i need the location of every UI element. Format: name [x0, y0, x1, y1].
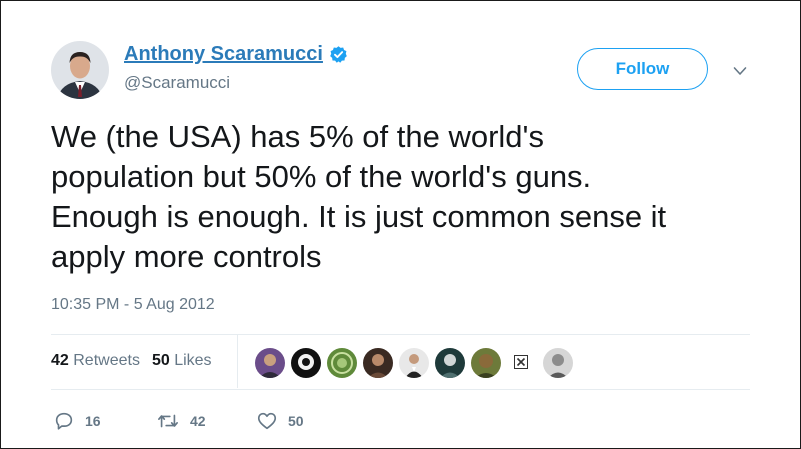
stats-separator [237, 335, 238, 388]
heart-icon [257, 412, 277, 430]
retweets-stat-label: Retweets [73, 352, 140, 369]
author-display-name[interactable]: Anthony Scaramucci [124, 43, 323, 66]
author-avatar-image [51, 41, 109, 99]
retweet-action[interactable]: 42 [156, 410, 206, 432]
retweets-stat-count: 42 [51, 352, 69, 369]
author-handle[interactable]: @Scaramucci [124, 73, 230, 93]
stats-divider-top [51, 334, 750, 335]
tweet-card: Anthony Scaramucci @Scaramucci Follow We… [0, 0, 801, 449]
like-count: 50 [288, 413, 304, 429]
chevron-down-icon[interactable] [732, 63, 748, 79]
likes-stat-label: Likes [174, 352, 212, 369]
likes-stat-count: 50 [151, 352, 170, 369]
retweet-icon [158, 414, 178, 428]
tweet-stats: 42 Retweets 50 Likes [51, 352, 212, 370]
broken-image-icon[interactable] [514, 355, 528, 369]
author-name-row: Anthony Scaramucci [124, 43, 348, 66]
retweet-count: 42 [190, 413, 206, 429]
author-avatar[interactable] [51, 41, 109, 99]
liker-avatar[interactable] [399, 348, 429, 378]
liker-avatar[interactable] [543, 348, 573, 378]
liker-avatar[interactable] [291, 348, 321, 378]
liker-avatar[interactable] [471, 348, 501, 378]
follow-button[interactable]: Follow [577, 48, 708, 90]
liker-avatar[interactable] [327, 348, 357, 378]
tweet-timestamp[interactable]: 10:35 PM - 5 Aug 2012 [51, 296, 215, 314]
reply-icon [55, 412, 73, 430]
liker-avatar[interactable] [363, 348, 393, 378]
retweets-stat[interactable]: 42 Retweets [51, 352, 140, 370]
likes-stat[interactable]: 50 Likes [152, 352, 212, 370]
verified-badge-icon [329, 45, 348, 64]
reply-count: 16 [85, 413, 101, 429]
reply-action[interactable]: 16 [53, 410, 101, 432]
stats-divider-bottom [51, 389, 750, 390]
liker-avatar[interactable] [435, 348, 465, 378]
tweet-text: We (the USA) has 5% of the world's popul… [51, 119, 667, 274]
liker-avatar[interactable] [255, 348, 285, 378]
like-action[interactable]: 50 [256, 410, 304, 432]
